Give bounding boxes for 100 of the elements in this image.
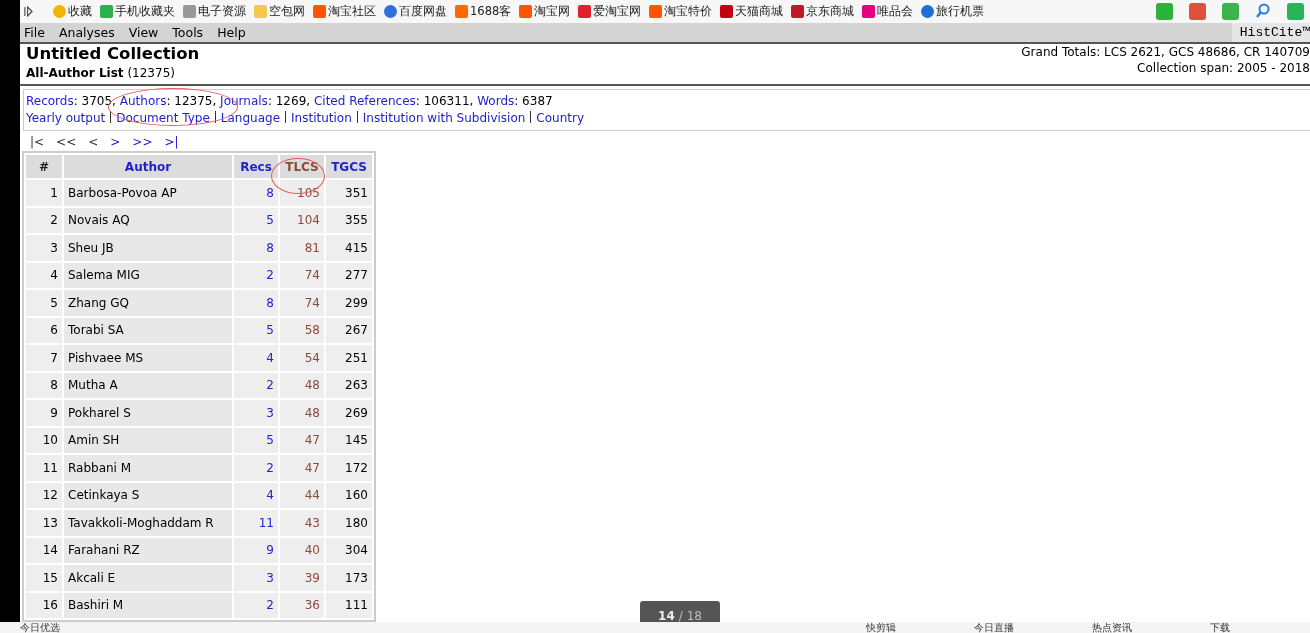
table-cell: Pokharel S <box>64 400 232 426</box>
pager-button[interactable]: < <box>86 135 101 149</box>
view-link[interactable]: Institution <box>291 111 352 125</box>
table-cell: Mutha A <box>64 372 232 398</box>
table-cell: 105 <box>280 180 324 206</box>
table-cell: 74 <box>280 262 324 288</box>
menu-item[interactable]: Analyses <box>54 25 121 40</box>
stat-link[interactable]: Cited References <box>313 94 416 108</box>
table-cell[interactable]: 2 <box>234 455 278 481</box>
table-cell[interactable]: 2 <box>234 262 278 288</box>
column-header[interactable]: Author <box>64 155 232 178</box>
view-link[interactable]: Institution with Subdivision <box>362 111 526 125</box>
table-cell: 111 <box>326 592 372 618</box>
table-cell[interactable]: 2 <box>234 372 278 398</box>
menu-item[interactable]: Help <box>213 25 252 40</box>
table-cell: 47 <box>280 427 324 453</box>
table-cell: 104 <box>280 207 324 233</box>
column-header[interactable]: TGCS <box>326 155 372 178</box>
table-cell[interactable]: 4 <box>234 482 278 508</box>
table-cell: 6 <box>26 317 62 343</box>
table-cell[interactable]: 2 <box>234 592 278 618</box>
bookmark-link[interactable]: 淘宝网 <box>517 4 573 19</box>
table-cell: 351 <box>326 180 372 206</box>
table-cell: 7 <box>26 345 62 371</box>
table-cell: 39 <box>280 565 324 591</box>
table-cell: 8 <box>26 372 62 398</box>
table-cell: 9 <box>26 400 62 426</box>
status-item[interactable]: 快剪辑 <box>866 622 956 633</box>
view-link[interactable]: Yearly output <box>26 111 106 125</box>
pager-button[interactable]: << <box>54 135 79 149</box>
table-cell: 12 <box>26 482 62 508</box>
table-cell[interactable]: 4 <box>234 345 278 371</box>
table-cell: 251 <box>326 345 372 371</box>
table-cell: 44 <box>280 482 324 508</box>
list-title: All-Author List <box>26 66 124 80</box>
table-cell[interactable]: 3 <box>234 565 278 591</box>
stat-link[interactable]: Records <box>26 94 74 108</box>
list-count: (12375) <box>127 66 175 80</box>
bookmark-link[interactable]: 电子资源 <box>181 4 248 19</box>
menu-item[interactable]: File <box>20 25 51 40</box>
view-link[interactable]: Country <box>536 111 585 125</box>
pager-button[interactable]: > <box>108 135 123 149</box>
collection-span: Collection span: 2005 - 2018 <box>1136 60 1310 76</box>
table-cell[interactable]: 5 <box>234 427 278 453</box>
table-cell: Zhang GQ <box>64 290 232 316</box>
table-cell[interactable]: 8 <box>234 290 278 316</box>
table-cell: 43 <box>280 510 324 536</box>
bookmark-link[interactable]: 手机收藏夹 <box>98 4 177 19</box>
table-cell: Bashiri M <box>64 592 232 618</box>
status-item[interactable]: 今日优选 <box>20 622 120 633</box>
table-cell: 10 <box>26 427 62 453</box>
menu-item[interactable]: View <box>124 25 165 40</box>
column-header[interactable]: TLCS <box>280 155 324 178</box>
status-item[interactable]: 今日直播 <box>974 622 1074 633</box>
bookmark-link[interactable]: 旅行机票 <box>919 4 987 19</box>
table-cell[interactable]: 3 <box>234 400 278 426</box>
bookmark-link[interactable]: 淘宝特价 <box>647 4 715 19</box>
pager-button[interactable]: >| <box>162 135 181 149</box>
status-item[interactable]: 热点资讯 <box>1092 622 1192 633</box>
table-cell: Barbosa-Povoa AP <box>64 180 232 206</box>
pager-button[interactable]: >> <box>130 135 155 149</box>
stat-link[interactable]: Journals <box>220 94 268 108</box>
bookmark-link[interactable]: 淘宝社区 <box>311 4 378 19</box>
view-link[interactable]: Document Type <box>116 111 210 125</box>
bookmark-link[interactable]: 1688客 <box>453 4 514 19</box>
sidebar-toggle-icon[interactable] <box>24 6 33 17</box>
table-cell: 277 <box>326 262 372 288</box>
table-cell[interactable]: 8 <box>234 180 278 206</box>
table-cell: 16 <box>26 592 62 618</box>
status-item[interactable]: 下载 <box>1210 622 1290 633</box>
table-cell: 5 <box>26 290 62 316</box>
table-cell[interactable]: 5 <box>234 207 278 233</box>
table-cell: 299 <box>326 290 372 316</box>
table-cell: Novais AQ <box>64 207 232 233</box>
search-icon[interactable] <box>1255 3 1271 20</box>
pager-button[interactable]: |< <box>28 135 47 149</box>
table-cell: 355 <box>326 207 372 233</box>
bookmark-link[interactable]: 百度网盘 <box>382 4 449 19</box>
column-header[interactable]: Recs <box>234 155 278 178</box>
bookmark-link[interactable]: 京东商城 <box>789 4 857 19</box>
table-cell: Tavakkoli-Moghaddam R <box>64 510 232 536</box>
table-cell: 145 <box>326 427 372 453</box>
view-link[interactable]: Language <box>220 111 281 125</box>
table-cell[interactable]: 9 <box>234 537 278 563</box>
table-cell: 13 <box>26 510 62 536</box>
table-cell[interactable]: 8 <box>234 235 278 261</box>
bookmark-link[interactable]: 空包网 <box>252 4 307 19</box>
column-header[interactable]: # <box>26 155 62 178</box>
table-cell: Rabbani M <box>64 455 232 481</box>
table-cell[interactable]: 11 <box>234 510 278 536</box>
menu-item[interactable]: Tools <box>168 25 210 40</box>
table-cell: 173 <box>326 565 372 591</box>
bookmark-link[interactable]: 唯品会 <box>860 4 916 19</box>
bookmark-link[interactable]: 天猫商城 <box>718 4 786 19</box>
table-cell: 4 <box>26 262 62 288</box>
table-cell[interactable]: 5 <box>234 317 278 343</box>
bookmark-link[interactable]: 爱淘宝网 <box>576 4 644 19</box>
stat-value: : 1269, <box>267 94 311 108</box>
bookmark-link[interactable]: 收藏 <box>51 4 94 19</box>
stat-value: : 106311, <box>415 94 474 108</box>
